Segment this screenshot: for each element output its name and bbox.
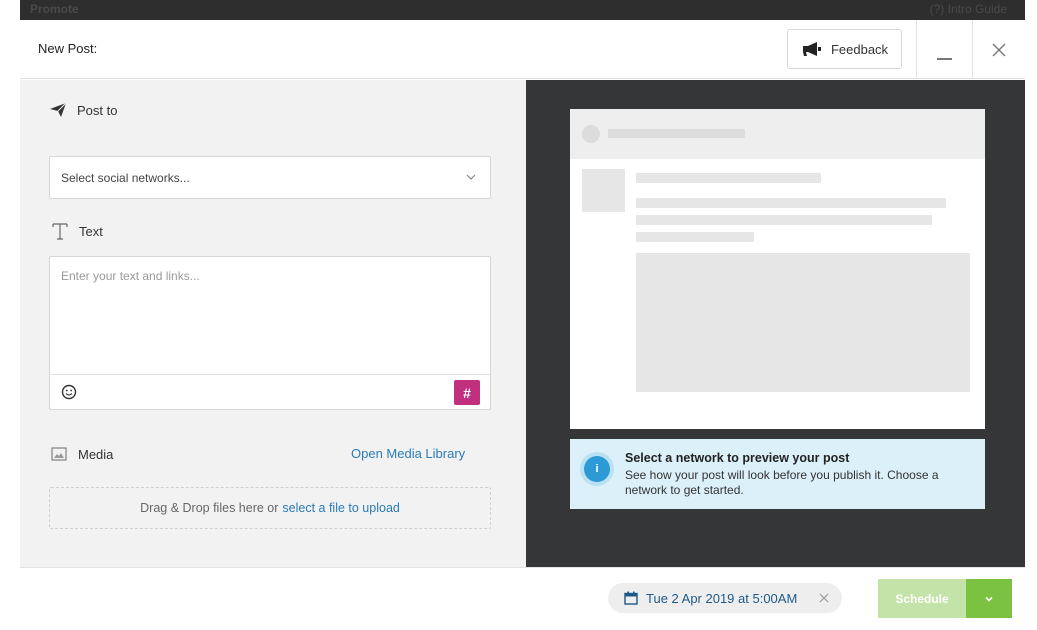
backdrop-title: Promote — [30, 2, 79, 16]
preview-info-banner: i Select a network to preview your post … — [570, 439, 985, 509]
backdrop-left-edge — [0, 0, 20, 630]
chevron-down-icon — [985, 596, 993, 602]
close-button[interactable] — [972, 20, 1025, 79]
post-preview-placeholder — [570, 109, 985, 429]
placeholder-line — [636, 232, 754, 242]
new-post-modal: New Post: Feedback Post to Select social… — [20, 20, 1025, 627]
placeholder-media — [636, 253, 970, 392]
placeholder-line — [608, 129, 745, 138]
info-title: Select a network to preview your post — [625, 451, 850, 465]
text-label: Text — [79, 223, 103, 239]
schedule-options-dropdown[interactable] — [966, 579, 1012, 618]
placeholder-avatar — [582, 125, 600, 143]
dropzone-text: Drag & Drop files here or — [140, 501, 279, 515]
info-description: See how your post will look before you p… — [625, 468, 939, 497]
feedback-button[interactable]: Feedback — [787, 29, 902, 69]
backdrop-header: Promote (?) Intro Guide — [0, 0, 1037, 20]
modal-title: New Post: — [38, 41, 98, 56]
minimize-button[interactable] — [916, 20, 972, 79]
placeholder-line — [636, 215, 932, 225]
megaphone-icon — [802, 42, 821, 56]
intro-guide-link[interactable]: (?) Intro Guide — [930, 2, 1007, 16]
editor-toolbar: # — [50, 374, 490, 409]
text-type-icon — [52, 223, 68, 240]
social-network-select[interactable]: Select social networks... — [49, 156, 491, 199]
compose-pane: Post to Select social networks... Text E… — [20, 80, 526, 567]
text-heading: Text — [51, 222, 103, 240]
media-dropzone[interactable]: Drag & Drop files here or select a file … — [49, 487, 491, 529]
placeholder-line — [636, 173, 821, 183]
chevron-down-icon — [466, 174, 476, 180]
open-media-library-link[interactable]: Open Media Library — [351, 446, 465, 461]
preview-pane: i Select a network to preview your post … — [526, 80, 1025, 567]
clear-date-button[interactable] — [816, 590, 832, 606]
close-icon — [992, 43, 1006, 56]
emoji-icon[interactable] — [61, 384, 77, 400]
placeholder-thumb — [582, 169, 625, 212]
image-icon — [51, 447, 67, 461]
calendar-icon — [624, 591, 638, 605]
hashtag-button[interactable]: # — [454, 380, 480, 405]
media-label: Media — [78, 446, 114, 462]
media-heading: Media — [50, 445, 113, 463]
modal-header: New Post: Feedback — [20, 20, 1025, 79]
close-icon — [819, 593, 829, 603]
feedback-label: Feedback — [830, 41, 889, 57]
post-text-input[interactable] — [50, 257, 490, 374]
schedule-button[interactable]: Schedule — [878, 579, 966, 618]
minimize-icon — [937, 58, 952, 60]
select-file-link[interactable]: select a file to upload — [282, 501, 399, 515]
info-icon: i — [584, 456, 610, 482]
paper-plane-icon — [50, 102, 67, 117]
modal-footer: Tue 2 Apr 2019 at 5:00AM Schedule — [20, 567, 1025, 627]
placeholder-line — [636, 198, 946, 208]
post-text-editor: # — [49, 256, 491, 410]
post-to-label: Post to — [77, 102, 118, 118]
schedule-date-picker[interactable]: Tue 2 Apr 2019 at 5:00AM — [608, 583, 842, 613]
post-to-heading: Post to — [49, 101, 117, 119]
select-placeholder: Select social networks... — [61, 170, 190, 185]
schedule-date-text: Tue 2 Apr 2019 at 5:00AM — [646, 590, 798, 606]
backdrop-right-edge — [1025, 0, 1037, 630]
